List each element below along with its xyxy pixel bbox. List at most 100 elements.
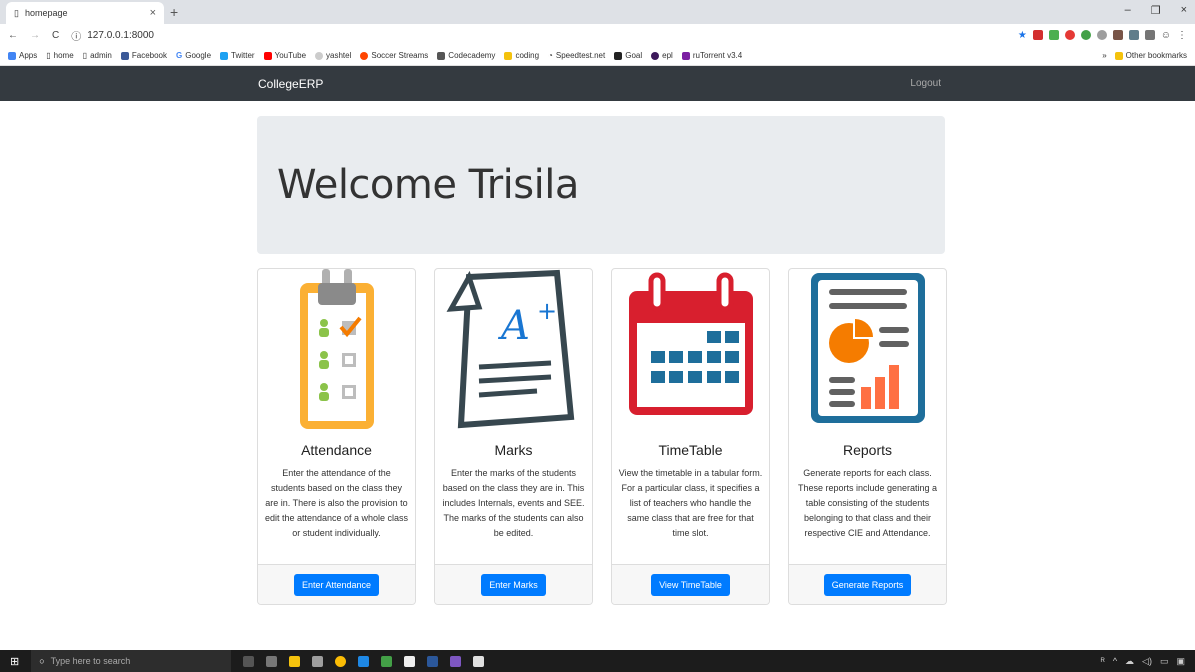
close-tab-icon[interactable]: × <box>150 7 156 19</box>
bookmark-facebook[interactable]: Facebook <box>120 51 167 60</box>
marks-illustration: A + <box>435 269 592 432</box>
reports-card: Reports Generate reports for each class.… <box>788 268 947 605</box>
cloud-icon[interactable]: ☁ <box>1125 656 1134 667</box>
yashtel-icon <box>315 51 324 60</box>
info-icon: ⓘ <box>71 31 82 43</box>
bookmark-home[interactable]: ▯ home <box>46 51 73 60</box>
photos-icon[interactable] <box>473 655 485 667</box>
bookmarks-bar: Apps ▯ home ▯ admin Facebook G Google Twitt… <box>0 46 1195 66</box>
card-text: View the timetable in a tabular form. Fo… <box>618 468 763 538</box>
enter-marks-button[interactable]: Enter Marks <box>481 573 546 596</box>
attendance-card-body: Attendance Enter the attendance of the s… <box>258 432 415 564</box>
attendance-illustration <box>258 269 415 432</box>
brand-link[interactable]: CollegeERP <box>258 77 323 91</box>
extension-icon[interactable] <box>1128 30 1139 40</box>
facebook-icon <box>120 51 129 60</box>
profile-icon[interactable]: ☺ <box>1161 30 1171 41</box>
timetable-illustration <box>612 269 769 432</box>
network-icon[interactable]: ▭ <box>1160 656 1169 667</box>
extension-icon[interactable] <box>1096 30 1107 40</box>
card-text: Enter the marks of the students based on… <box>442 468 585 538</box>
system-tray: ᴿ ^ ☁ ◁) ▭ ▣ <box>1101 656 1185 667</box>
svg-text:A: A <box>497 303 530 349</box>
app-icon[interactable] <box>381 655 393 667</box>
back-icon[interactable]: ← <box>8 30 18 41</box>
maximize-icon[interactable]: ❐ <box>1151 4 1161 17</box>
task-view-icon[interactable] <box>266 655 278 667</box>
close-window-icon[interactable]: × <box>1181 4 1187 17</box>
bookmark-twitter[interactable]: Twitter <box>220 51 255 60</box>
extension-icon[interactable] <box>1144 30 1155 40</box>
taskbar-search[interactable]: ○ Type here to search <box>31 650 232 672</box>
minimize-icon[interactable]: – <box>1125 4 1131 17</box>
app-icon[interactable] <box>404 655 416 667</box>
extension-icon[interactable] <box>1048 30 1059 40</box>
attendance-card: Attendance Enter the attendance of the s… <box>257 268 416 605</box>
google-icon: G <box>176 51 183 60</box>
bookmark-codecademy[interactable]: Codecademy <box>437 51 495 60</box>
file-explorer-icon[interactable] <box>289 655 301 667</box>
epl-icon <box>651 51 660 60</box>
bookmarks-overflow: » Other bookmarks <box>1102 51 1187 60</box>
forward-icon[interactable]: → <box>30 30 40 41</box>
extension-icon[interactable] <box>1064 30 1075 40</box>
enter-attendance-button[interactable]: Enter Attendance <box>293 573 380 596</box>
app-icon[interactable] <box>312 655 324 667</box>
taskbar-search-placeholder: Type here to search <box>50 656 131 666</box>
bookmark-google[interactable]: G Google <box>176 51 211 60</box>
apps-icon <box>8 51 16 60</box>
bookmark-yashtel[interactable]: yashtel <box>315 51 351 60</box>
star-icon[interactable]: ★ <box>1018 30 1027 41</box>
bookmark-youtube[interactable]: YouTube <box>263 51 306 60</box>
view-timetable-button[interactable]: View TimeTable <box>651 573 730 596</box>
marks-card-body: Marks Enter the marks of the students ba… <box>435 432 592 564</box>
card-footer: Enter Marks <box>435 564 592 604</box>
bookmark-goal[interactable]: Goal <box>614 51 642 60</box>
codecademy-icon <box>437 51 446 60</box>
bookmark-apps[interactable]: Apps <box>8 51 37 60</box>
main-content: Welcome Trisila Attendance Enter the att… <box>0 101 1195 650</box>
word-icon[interactable] <box>427 655 439 667</box>
bookmark-admin[interactable]: ▯ admin <box>83 51 112 60</box>
goal-icon <box>614 51 623 60</box>
windows-start-icon[interactable]: ⊞ <box>10 655 19 668</box>
reload-icon[interactable]: C <box>52 30 59 41</box>
logout-link[interactable]: Logout <box>910 78 941 89</box>
extension-icon[interactable] <box>1032 30 1043 40</box>
youtube-icon <box>263 51 272 60</box>
address-bar: ← → C ⓘ 127.0.0.1:8000 ★ ☺ ⋮ <box>0 24 1195 46</box>
clipboard-checklist-icon <box>299 269 374 429</box>
extensions-bar: ★ ☺ ⋮ <box>1018 30 1187 41</box>
extension-icon[interactable] <box>1080 30 1091 40</box>
bookmark-epl[interactable]: epl <box>651 51 673 60</box>
menu-icon[interactable]: ⋮ <box>1177 30 1187 41</box>
notification-icon[interactable]: ▣ <box>1176 656 1185 667</box>
bookmark-speedtest[interactable]: ◔ Speedtest.net <box>548 51 605 60</box>
bookmark-coding[interactable]: coding <box>504 51 539 60</box>
new-tab-button[interactable]: + <box>170 4 178 20</box>
bookmark-other[interactable]: Other bookmarks <box>1114 51 1187 60</box>
browser-tab[interactable]: ▯ homepage × <box>6 2 164 24</box>
url-text: 127.0.0.1:8000 <box>87 29 154 41</box>
extension-icon[interactable] <box>1112 30 1123 40</box>
folder-icon <box>504 51 513 60</box>
card-title: Marks <box>494 442 533 458</box>
reddit-icon <box>360 51 369 60</box>
card-text: Enter the attendance of the students bas… <box>264 468 409 538</box>
volume-icon[interactable]: ◁) <box>1142 656 1152 667</box>
url-field[interactable]: ⓘ 127.0.0.1:8000 <box>71 28 154 43</box>
card-title: Attendance <box>301 442 372 458</box>
generate-reports-button[interactable]: Generate Reports <box>823 573 912 596</box>
app-icon[interactable] <box>358 655 370 667</box>
report-document-icon <box>810 273 925 423</box>
mic-icon[interactable] <box>243 655 255 667</box>
tab-title: homepage <box>24 8 68 18</box>
chrome-icon[interactable] <box>335 655 347 667</box>
bookmark-soccer-streams[interactable]: Soccer Streams <box>360 51 428 60</box>
bookmark-rutorrent[interactable]: ruTorrent v3.4 <box>681 51 742 60</box>
people-icon[interactable]: ᴿ <box>1101 656 1105 667</box>
app-icon[interactable] <box>450 655 462 667</box>
chevron-up-icon[interactable]: ^ <box>1113 656 1117 667</box>
marks-card: A + Marks Enter the marks of the student… <box>434 268 593 605</box>
chevron-double-right-icon[interactable]: » <box>1102 51 1106 60</box>
